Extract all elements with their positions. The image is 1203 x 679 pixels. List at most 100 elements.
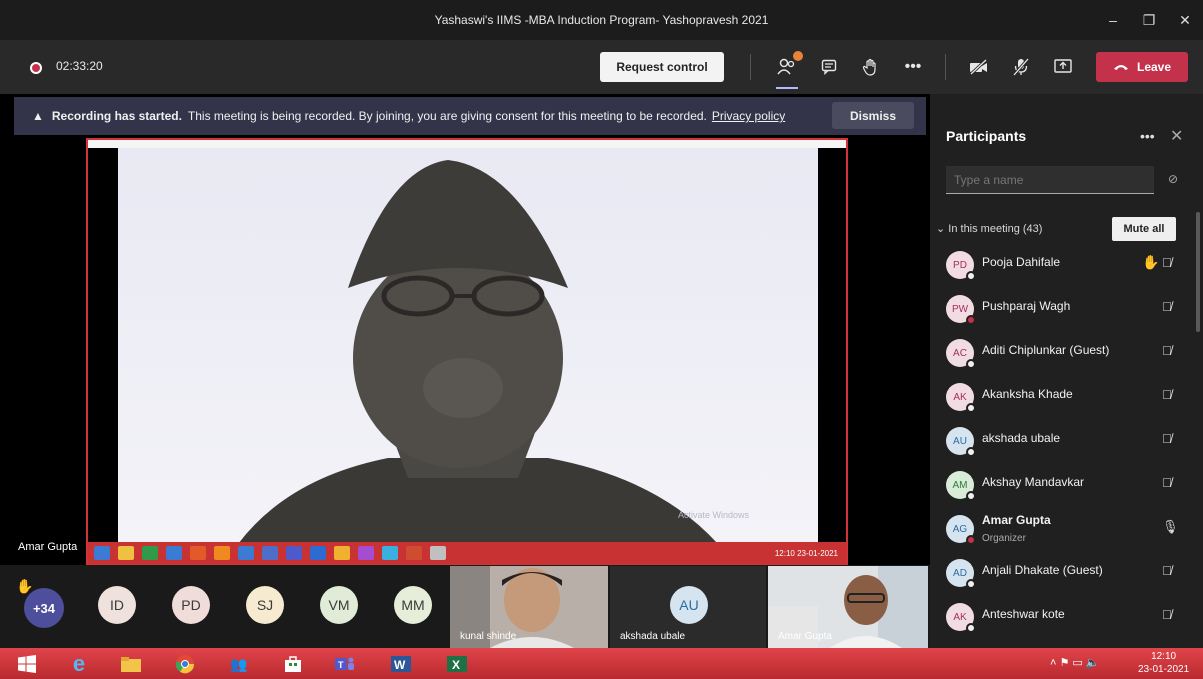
gallery-avatar[interactable]: MM (394, 586, 432, 624)
window-controls: – ❐ ✕ (1095, 0, 1203, 40)
statue-image: Activate Windows (118, 148, 818, 544)
gallery-avatar[interactable]: ID (98, 586, 136, 624)
participant-name: Anteshwar kote (982, 607, 1065, 621)
close-icon[interactable]: ✕ (1167, 0, 1203, 40)
window-titlebar: Yashaswi's IIMS -MBA Induction Program- … (0, 0, 1203, 40)
mic-muted-icon[interactable]: 🎙̸ (1162, 475, 1172, 490)
panel-scrollbar[interactable] (1196, 212, 1200, 332)
section-header[interactable]: ⌄ In this meeting (43) (936, 222, 1042, 235)
participant-row[interactable]: PD Pooja Dahifale ✋ 🎙̸ (930, 242, 1194, 286)
shared-screen-taskbar: 12:10 23-01-2021 (88, 542, 846, 564)
chrome-icon[interactable] (172, 652, 198, 676)
participants-badge (793, 51, 803, 61)
mute-all-button[interactable]: Mute all (1112, 217, 1176, 241)
more-participants-button[interactable]: +34 (24, 588, 64, 628)
active-tab-indicator (776, 87, 798, 89)
share-screen-icon[interactable] (1050, 54, 1076, 80)
participant-name: Pushparaj Wagh (982, 299, 1071, 313)
participant-row[interactable]: AD Anjali Dhakate (Guest) 🎙̸ (930, 550, 1194, 594)
participant-row[interactable]: AK Anteshwar kote 🎙̸ (930, 594, 1194, 638)
participant-avatar: PW (946, 295, 976, 325)
mic-muted-icon[interactable]: 🎙̸ (1162, 387, 1172, 402)
word-icon[interactable]: W (388, 652, 414, 676)
raised-hand-icon: ✋ (1142, 254, 1160, 270)
video-tile[interactable]: Amar Gupta (768, 566, 928, 648)
svg-text:X: X (452, 658, 460, 672)
participant-avatar: AC (946, 339, 976, 369)
excel-icon[interactable]: X (444, 652, 470, 676)
store-icon[interactable] (280, 652, 306, 676)
gallery-avatar[interactable]: SJ (246, 586, 284, 624)
video-tile-avatar: AU (670, 586, 708, 624)
participant-name: akshada ubale (982, 431, 1061, 445)
raise-hand-icon[interactable] (858, 54, 884, 80)
taskbar-clock[interactable]: 12:10 23-01-2021 (1138, 650, 1189, 676)
participant-avatar: PD (946, 251, 976, 281)
participant-row[interactable]: AG Amar Gupta Organizer 🎙 (930, 506, 1194, 550)
mic-muted-icon[interactable]: 🎙̸ (1162, 607, 1172, 622)
file-explorer-icon[interactable] (118, 652, 144, 676)
toolbar-divider (750, 54, 751, 80)
participant-avatar: AM (946, 471, 976, 501)
system-tray-icons[interactable]: ˄ ⚑ ▭ 🔈 (1050, 656, 1100, 669)
maximize-icon[interactable]: ❐ (1131, 0, 1167, 40)
more-actions-icon[interactable]: ••• (900, 54, 926, 80)
windows-taskbar: e 👥 T W X ˄ ⚑ ▭ 🔈 12:10 23-01-2021 (0, 648, 1203, 679)
request-control-button[interactable]: Request control (600, 52, 724, 82)
section-label: In this meeting (43) (948, 223, 1043, 235)
taskbar-date: 23-01-2021 (1138, 664, 1190, 675)
share-invite-icon[interactable]: ⊘ (1168, 172, 1178, 186)
leave-button[interactable]: Leave (1096, 52, 1188, 82)
shared-screen-content: Activate Windows (118, 148, 818, 544)
meeting-toolbar: 02:33:20 Request control ••• Leave (0, 40, 1203, 94)
internet-explorer-icon[interactable]: e (66, 651, 92, 676)
video-tile[interactable]: AU akshada ubale (610, 566, 766, 648)
windows-start-icon[interactable] (14, 652, 40, 676)
mic-muted-icon[interactable]: 🎙̸ (1162, 431, 1172, 446)
shared-window-chrome (88, 140, 846, 148)
mic-muted-icon[interactable]: 🎙̸ (1162, 563, 1172, 578)
mic-muted-icon[interactable]: 🎙̸ (1162, 255, 1172, 270)
meeting-timer: 02:33:20 (56, 59, 103, 73)
panel-title: Participants (946, 128, 1027, 144)
people-icon[interactable]: 👥 (226, 652, 252, 676)
participant-row[interactable]: AM Akshay Mandavkar 🎙̸ (930, 462, 1194, 506)
chat-icon[interactable] (816, 54, 842, 80)
participant-search-input[interactable] (946, 166, 1154, 194)
window-title: Yashaswi's IIMS -MBA Induction Program- … (434, 13, 769, 27)
mic-on-icon[interactable]: 🎙 (1162, 519, 1179, 535)
svg-text:W: W (394, 658, 406, 672)
presenter-name-label: Amar Gupta (18, 541, 78, 553)
participant-avatar: AK (946, 383, 976, 413)
participant-row[interactable]: AU akshada ubale 🎙̸ (930, 418, 1194, 462)
video-tile-name: akshada ubale (620, 631, 686, 642)
gallery-avatar[interactable]: PD (172, 586, 210, 624)
svg-text:T: T (338, 660, 344, 670)
panel-close-icon[interactable]: ✕ (1170, 126, 1183, 146)
privacy-policy-link[interactable]: Privacy policy (712, 109, 785, 123)
shared-screen-clock: 12:10 23-01-2021 (774, 548, 838, 558)
panel-more-icon[interactable]: ••• (1140, 128, 1155, 144)
banner-bold-text: Recording has started. (51, 109, 182, 123)
participant-row[interactable]: PW Pushparaj Wagh 🎙̸ (930, 286, 1194, 330)
recording-banner: ▲ Recording has started. This meeting is… (14, 97, 926, 135)
camera-off-icon[interactable] (966, 54, 992, 80)
banner-message: This meeting is being recorded. By joini… (187, 109, 707, 123)
mic-muted-icon[interactable]: 🎙̸ (1162, 299, 1172, 314)
video-tile-name: Amar Gupta (778, 631, 832, 642)
participant-name: Akshay Mandavkar (982, 475, 1085, 489)
dismiss-button[interactable]: Dismiss (832, 102, 914, 129)
participant-row[interactable]: AK Akanksha Khade 🎙̸ (930, 374, 1194, 418)
video-tile[interactable]: kunal shinde (450, 566, 608, 648)
participant-row[interactable]: AC Aditi Chiplunkar (Guest) 🎙̸ (930, 330, 1194, 374)
participants-icon[interactable] (774, 51, 803, 80)
minimize-icon[interactable]: – (1095, 0, 1131, 40)
mic-muted-icon[interactable]: 🎙̸ (1162, 343, 1172, 358)
teams-icon[interactable]: T (332, 652, 358, 676)
mic-off-icon[interactable] (1008, 54, 1034, 80)
participant-avatar: AG (946, 515, 976, 545)
gallery-avatar[interactable]: VM (320, 586, 358, 624)
participant-avatar: AU (946, 427, 976, 457)
recording-indicator-icon (30, 62, 42, 74)
collapse-chevron-icon: ⌄ (936, 223, 949, 235)
